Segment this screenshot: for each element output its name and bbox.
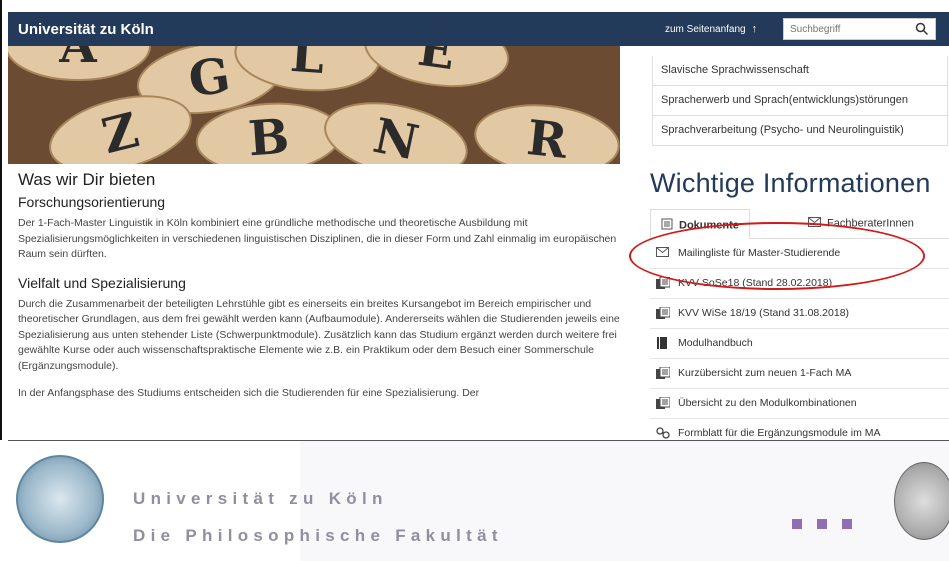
subheading-variety: Vielfalt und Spezialisierung [18,274,186,291]
svg-text:G: G [185,47,233,108]
doc-kvv-sose18[interactable]: KVV SoSe18 (Stand 28.02.2018) [650,269,949,299]
list-item[interactable]: Sprachverarbeitung (Psycho- und Neurolin… [652,116,948,146]
footer-divider [8,440,949,441]
document-icon [656,396,671,410]
document-icon [656,366,671,380]
university-seal-logo [16,455,104,543]
search-icon[interactable] [915,22,929,41]
main-content: Was wir Dir bieten Forschungsorientierun… [18,170,623,402]
link-icon [656,427,670,439]
doc-mailinglist[interactable]: Mailingliste für Master-Studierende [650,239,949,269]
footer: Universität zu Köln Die Philosophische F… [0,440,949,561]
svg-text:A: A [58,46,97,74]
doc-kurzuebersicht[interactable]: Kurzübersicht zum neuen 1-Fach MA [650,359,949,389]
doc-modulhandbuch[interactable]: Modulhandbuch [650,329,949,359]
info-title: Wichtige Informationen [650,168,931,198]
list-item[interactable]: Slavische Sprachwissenschaft [652,56,948,86]
mail-icon [808,217,821,230]
search-input[interactable] [790,21,908,37]
document-icon [661,218,673,233]
svg-text:R: R [524,110,571,164]
doc-modulkombinationen[interactable]: Übersicht zu den Modulkombinationen [650,389,949,419]
paragraph-start: In der Anfangsphase des Studiums entsche… [18,387,480,399]
back-to-top-link[interactable]: zum Seitenanfang ↑ [665,23,757,35]
top-navigation-bar: Universität zu Köln zum Seitenanfang ↑ [8,12,949,46]
document-icon [656,276,671,290]
decorative-squares [792,516,867,534]
back-to-top-label: zum Seitenanfang [665,24,746,35]
site-brand[interactable]: Universität zu Köln [18,21,154,38]
search-box [783,18,936,40]
tab-documents[interactable]: Dokumente [650,209,750,239]
hero-image: AGLEZBNR [8,46,620,164]
info-panel: Wichtige Informationen Dokumente Fachber… [650,168,949,449]
mail-icon [656,247,670,259]
svg-text:B: B [247,109,291,164]
paragraph-variety: Durch die Zusammenarbeit der beteiligten… [18,297,620,372]
footer-faculty-name: Die Philosophische Fakultät [133,526,503,545]
book-icon [656,337,670,350]
paragraph-research: Der 1-Fach-Master Linguistik in Köln kom… [18,217,617,260]
specialization-list: Slavische Sprachwissenschaft Spracherwer… [652,56,948,146]
document-icon [656,306,671,320]
svg-text:L: L [289,46,327,85]
section-title: Was wir Dir bieten [18,170,156,189]
list-item[interactable]: Spracherwerb und Sprach(entwicklungs)stö… [652,86,948,116]
doc-kvv-wise1819[interactable]: KVV WiSe 18/19 (Stand 31.08.2018) [650,299,949,329]
faculty-seal-logo [894,462,949,540]
subheading-research: Forschungsorientierung [18,194,166,210]
info-tabs: Dokumente FachberaterInnen [650,209,949,239]
tab-advisors[interactable]: FachberaterInnen [808,209,914,239]
footer-university-name: Universität zu Köln [133,489,388,508]
documents-list: Mailingliste für Master-Studierende KVV … [650,239,949,449]
arrow-up-icon: ↑ [751,23,758,35]
